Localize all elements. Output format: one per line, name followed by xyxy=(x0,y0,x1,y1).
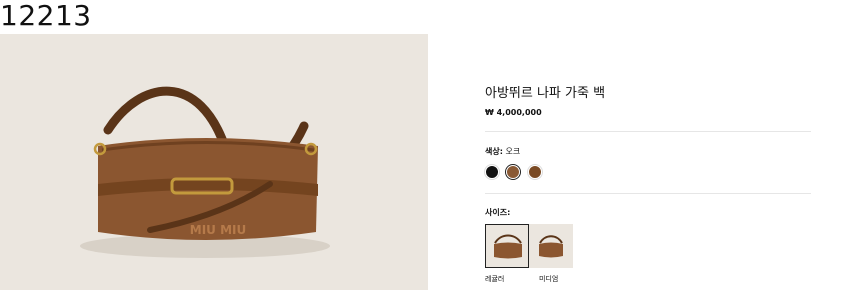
handbag-illustration: MIU MIU xyxy=(80,86,330,258)
color-selection: 색상: 오크 xyxy=(485,146,520,157)
color-label: 색상: xyxy=(485,147,503,156)
selected-color-name: 오크 xyxy=(505,147,521,156)
size-option-regular-label: 레귤러 xyxy=(485,275,505,283)
color-swatch-black[interactable] xyxy=(485,165,499,179)
divider xyxy=(485,193,811,194)
product-price: ₩ 4,000,000 xyxy=(485,108,542,117)
product-image[interactable]: MIU MIU xyxy=(0,34,428,290)
size-option-medium[interactable] xyxy=(529,224,573,268)
size-label: 사이즈: xyxy=(485,208,511,217)
color-swatch-oak[interactable] xyxy=(506,165,520,179)
bag-thumbnail-regular xyxy=(494,234,522,259)
product-title: 아방뛰르 나파 가죽 백 xyxy=(485,86,606,101)
size-option-medium-label: 미디엄 xyxy=(539,275,559,283)
divider xyxy=(485,131,811,132)
size-option-regular[interactable] xyxy=(485,224,529,268)
bag-thumbnail-medium xyxy=(539,235,563,258)
color-swatch-brown[interactable] xyxy=(528,165,542,179)
bag-logo: MIU MIU xyxy=(190,223,246,237)
page-id-label: 12213 xyxy=(0,0,92,32)
